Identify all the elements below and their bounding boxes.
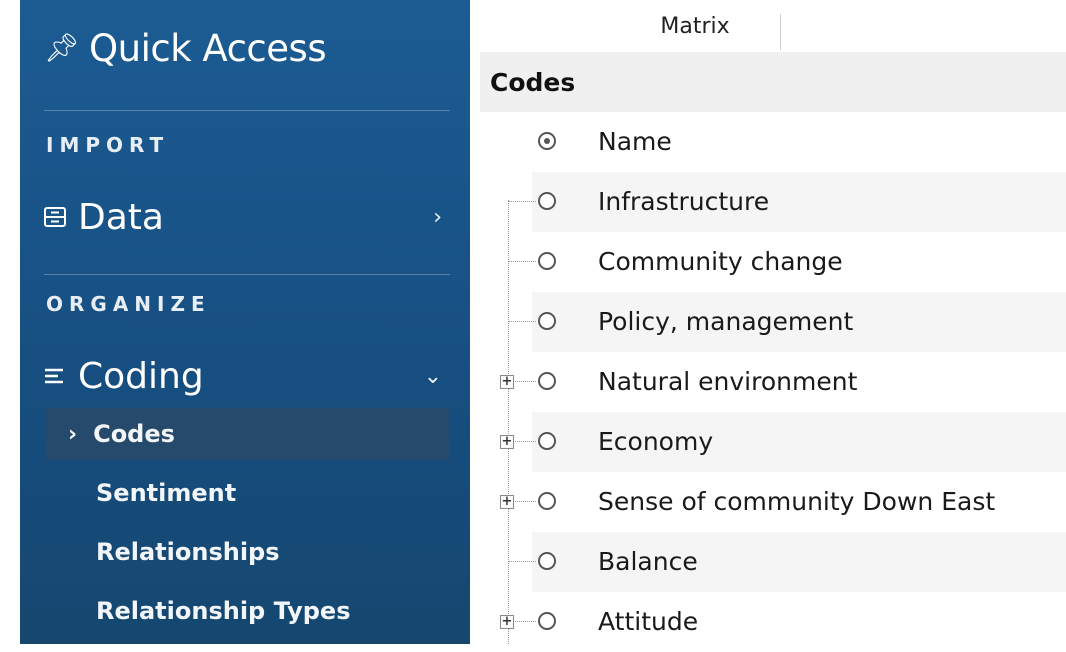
table-row[interactable]: Infrastructure	[480, 172, 1066, 232]
quick-access-label: Quick Access	[89, 26, 327, 70]
section-title-import: IMPORT	[46, 133, 170, 157]
sidebar-item-codes[interactable]: › Codes	[46, 408, 450, 460]
sidebar-item-label: Relationship Types	[96, 597, 351, 625]
sidebar-item-relationship-types[interactable]: Relationship Types	[46, 585, 450, 637]
codes-header: Codes	[480, 52, 1066, 112]
column-header-label: Name	[598, 127, 672, 156]
quick-access-button[interactable]: 📌︎ Quick Access	[44, 26, 327, 70]
node-circle-icon[interactable]	[538, 192, 556, 210]
tab-strip: Matrix	[480, 8, 1066, 53]
nav-coding[interactable]: Coding ⌄	[44, 352, 446, 400]
table-row[interactable]: + Economy	[480, 412, 1066, 472]
chevron-down-icon: ⌄	[423, 363, 442, 389]
tree-connector	[508, 201, 536, 202]
sort-radio-icon[interactable]	[538, 132, 556, 150]
node-circle-icon[interactable]	[538, 612, 556, 630]
sidebar-item-label: Relationships	[96, 538, 280, 566]
table-row[interactable]: Community change	[480, 232, 1066, 292]
sidebar-item-label: Codes	[93, 420, 175, 448]
node-circle-icon[interactable]	[538, 252, 556, 270]
nav-data[interactable]: Data ›	[44, 193, 446, 241]
sidebar: 📌︎ Quick Access IMPORT Data › ORGANIZE C…	[20, 0, 470, 644]
data-grid-icon	[44, 207, 78, 227]
code-name: Infrastructure	[598, 187, 770, 216]
code-name: Policy, management	[598, 307, 854, 336]
node-circle-icon[interactable]	[538, 432, 556, 450]
column-header-name[interactable]: Name	[480, 112, 1066, 172]
expand-plus-icon[interactable]: +	[500, 435, 514, 449]
table-row[interactable]: + Attitude	[480, 592, 1066, 652]
code-name: Natural environment	[598, 367, 858, 396]
node-circle-icon[interactable]	[538, 372, 556, 390]
node-circle-icon[interactable]	[538, 312, 556, 330]
nav-coding-label: Coding	[78, 355, 204, 397]
table-row[interactable]: + Natural environment	[480, 352, 1066, 412]
page-title: Codes	[490, 67, 576, 97]
sidebar-item-sentiment[interactable]: Sentiment	[46, 467, 450, 519]
tree-connector	[508, 261, 536, 262]
sidebar-item-relationships[interactable]: Relationships	[46, 526, 450, 578]
tree-connector	[508, 321, 536, 322]
expand-plus-icon[interactable]: +	[500, 375, 514, 389]
table-row[interactable]: Balance	[480, 532, 1066, 592]
tree-connector	[508, 561, 536, 562]
list-icon	[44, 367, 78, 385]
code-name: Attitude	[598, 607, 699, 636]
pin-icon: 📌︎	[44, 31, 80, 64]
code-name: Community change	[598, 247, 843, 276]
section-title-organize: ORGANIZE	[46, 292, 211, 316]
expand-plus-icon[interactable]: +	[500, 495, 514, 509]
table-row[interactable]: + Sense of community Down East	[480, 472, 1066, 532]
divider	[44, 274, 450, 275]
node-circle-icon[interactable]	[538, 552, 556, 570]
code-name: Economy	[598, 427, 714, 456]
code-name: Sense of community Down East	[598, 487, 996, 516]
nav-data-label: Data	[78, 196, 164, 238]
main-panel: Matrix Codes Name Infrastructure Communi…	[480, 0, 1066, 644]
divider	[44, 110, 450, 111]
tab-matrix[interactable]: Matrix	[610, 14, 781, 50]
expand-plus-icon[interactable]: +	[500, 615, 514, 629]
code-name: Balance	[598, 547, 698, 576]
table-row[interactable]: Policy, management	[480, 292, 1066, 352]
chevron-right-icon: ›	[433, 204, 442, 230]
chevron-right-icon: ›	[68, 421, 78, 447]
node-circle-icon[interactable]	[538, 492, 556, 510]
sidebar-item-label: Sentiment	[96, 479, 237, 507]
